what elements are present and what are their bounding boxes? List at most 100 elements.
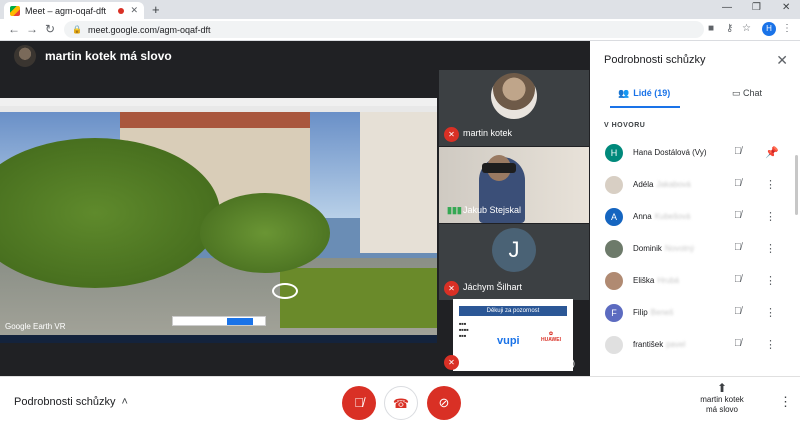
tab-people-label: Lidé (19) [633, 88, 671, 98]
present-screen-icon: ⬆ [716, 381, 728, 395]
meeting-details-label: Podrobnosti schůzky [14, 396, 116, 408]
slide-header: Děkuji za pozornost [459, 306, 567, 316]
participant-name: Jakub Stejskal [463, 205, 522, 215]
participant-tile-jakub[interactable]: ▮▮▮ Jakub Stejskal [439, 147, 589, 223]
close-tab-icon[interactable]: ✕ [130, 5, 138, 16]
mic-off-icon[interactable]: 🎙̸ [734, 146, 742, 157]
shared-screen[interactable]: Google Earth VR [0, 98, 437, 343]
bookmark-star-icon[interactable]: ☆ [742, 23, 751, 34]
participant-name: Anna Kubešová [633, 212, 690, 221]
new-tab-icon[interactable]: + [152, 2, 160, 17]
participant-avatar [605, 240, 623, 258]
pin-icon[interactable]: 📌 [765, 146, 779, 159]
tab-people[interactable]: 👥 Lidé (19) [618, 88, 670, 99]
participant-avatar [605, 272, 623, 290]
present-now-button[interactable]: ⬆ martin kotek má slovo [690, 381, 754, 415]
participant-name-text: Filip [633, 308, 648, 317]
camera-icon[interactable]: ■ [708, 23, 714, 34]
participant-avatar: F [605, 304, 623, 322]
more-options-icon[interactable]: ⋮ [765, 306, 776, 319]
participant-row[interactable]: A Anna Kubešová 🎙̸ ⋮ [590, 202, 800, 234]
mic-off-icon[interactable]: 🎙̸ [734, 178, 742, 189]
browser-menu-icon[interactable]: ⋮ [782, 23, 792, 34]
browser-tab[interactable]: Meet – agm-oqaf-dft ✕ [4, 2, 144, 19]
people-icon: 👥 [618, 88, 630, 98]
screen-dialog-button [227, 318, 253, 325]
close-window-icon[interactable]: ✕ [782, 2, 790, 13]
present-label-line2: má slovo [705, 405, 738, 414]
tab-chat-label: Chat [743, 88, 763, 98]
participant-name-text: Hana Dostálová (Vy) [633, 148, 707, 157]
screen-dialog [172, 316, 266, 326]
present-label-line1: martin kotek [700, 395, 744, 404]
url-input[interactable]: 🔒 meet.google.com/agm-oqaf-dft [64, 21, 704, 38]
participant-surname-blurred: Kubešová [654, 212, 691, 221]
presentation-name: Prezentace (Jakub Stejskal) [463, 358, 576, 368]
more-options-icon[interactable]: ⋮ [765, 338, 776, 351]
speaker-avatar [14, 45, 36, 67]
active-speaker-banner: martin kotek má slovo [14, 45, 172, 67]
participant-name-text: františek [633, 340, 664, 349]
more-options-icon[interactable]: ⋮ [779, 394, 792, 410]
participant-surname-blurred: Novotný [664, 244, 695, 253]
tab-strip: Meet – agm-oqaf-dft ✕ + — ❐ ✕ [0, 0, 800, 19]
participant-name: Dominik Novotný [633, 244, 694, 253]
restore-icon[interactable]: ❐ [752, 2, 761, 13]
chevron-up-icon: ˄ [121, 396, 128, 408]
active-tab-indicator [610, 106, 680, 108]
tab-title: Meet – agm-oqaf-dft [25, 5, 107, 16]
presentation-mute-icon: ✕ [444, 355, 459, 370]
participant-row[interactable]: františek pavel 🎙̸ ⋮ [590, 330, 800, 362]
screen-tree-small [200, 193, 330, 273]
panel-tabs: 👥 Lidé (19) ▭ Chat [590, 84, 800, 108]
more-options-icon[interactable]: ⋮ [765, 274, 776, 287]
mic-off-icon: ✕ [444, 281, 459, 296]
participant-avatar: J [492, 228, 536, 272]
tab-chat[interactable]: ▭ Chat [732, 88, 762, 99]
participant-name-text: Eliška [633, 276, 655, 285]
participant-surname-blurred: pavel [666, 340, 686, 349]
browser-chrome: Meet – agm-oqaf-dft ✕ + — ❐ ✕ ← → ↻ 🔒 me… [0, 0, 800, 41]
close-icon[interactable]: ✕ [776, 52, 788, 69]
panel-scrollbar[interactable] [795, 155, 798, 215]
more-options-icon[interactable]: ⋮ [765, 210, 776, 223]
minimize-icon[interactable]: — [722, 2, 732, 13]
more-options-icon[interactable]: ⋮ [765, 242, 776, 255]
more-options-icon[interactable]: ⋮ [765, 178, 776, 191]
meeting-details-button[interactable]: Podrobnosti schůzky ˄ [14, 396, 128, 408]
forward-icon[interactable]: → [26, 22, 38, 36]
participant-tile-jachym[interactable]: J ✕ Jáchym Šilhart [439, 224, 589, 300]
back-icon[interactable]: ← [8, 22, 20, 36]
leave-call-button[interactable]: ☎ [384, 386, 418, 420]
mic-toggle-button[interactable]: 🎙̸ [342, 386, 376, 420]
reload-icon[interactable]: ↻ [45, 22, 55, 36]
participant-name-text: Anna [633, 212, 652, 221]
mic-off-icon[interactable]: 🎙̸ [734, 274, 742, 285]
participant-row[interactable]: H Hana Dostálová (Vy) 🎙̸ 📌 [590, 138, 800, 170]
participant-row[interactable]: Dominik Novotný 🎙̸ ⋮ [590, 234, 800, 266]
participant-name: Jáchym Šilhart [463, 282, 523, 292]
participant-name-text: Dominik [633, 244, 662, 253]
address-bar: ← → ↻ 🔒 meet.google.com/agm-oqaf-dft ■ ⚷… [0, 19, 800, 41]
mic-off-icon[interactable]: 🎙̸ [734, 210, 742, 221]
profile-avatar[interactable]: H [762, 22, 776, 36]
meeting-details-panel: Podrobnosti schůzky ✕ 👥 Lidé (19) ▭ Chat … [590, 41, 800, 376]
participant-surname-blurred: Beneš [650, 308, 674, 317]
participant-row[interactable]: Adéla Jakabová 🎙̸ ⋮ [590, 170, 800, 202]
screen-grass [280, 268, 437, 328]
participant-row[interactable]: F Filip Beneš 🎙̸ ⋮ [590, 298, 800, 330]
vr-pointer-icon [272, 283, 298, 299]
participant-avatar [605, 176, 623, 194]
vupi-logo: vupi [497, 335, 520, 347]
mic-off-icon[interactable]: 🎙̸ [734, 306, 742, 317]
key-icon[interactable]: ⚷ [726, 23, 733, 34]
participant-row[interactable]: Eliška Hrubá 🎙̸ ⋮ [590, 266, 800, 298]
mic-off-icon[interactable]: 🎙̸ [734, 338, 742, 349]
participant-name: Hana Dostálová (Vy) [633, 148, 707, 157]
mic-off-icon: ✕ [444, 127, 459, 142]
camera-toggle-button[interactable]: ⊘ [427, 386, 461, 420]
mic-off-icon[interactable]: 🎙̸ [734, 242, 742, 253]
camera-off-icon: ⊘ [438, 395, 450, 410]
mic-off-icon: 🎙̸ [354, 395, 364, 410]
participant-tile-martin[interactable]: ✕ martin kotek [439, 70, 589, 146]
